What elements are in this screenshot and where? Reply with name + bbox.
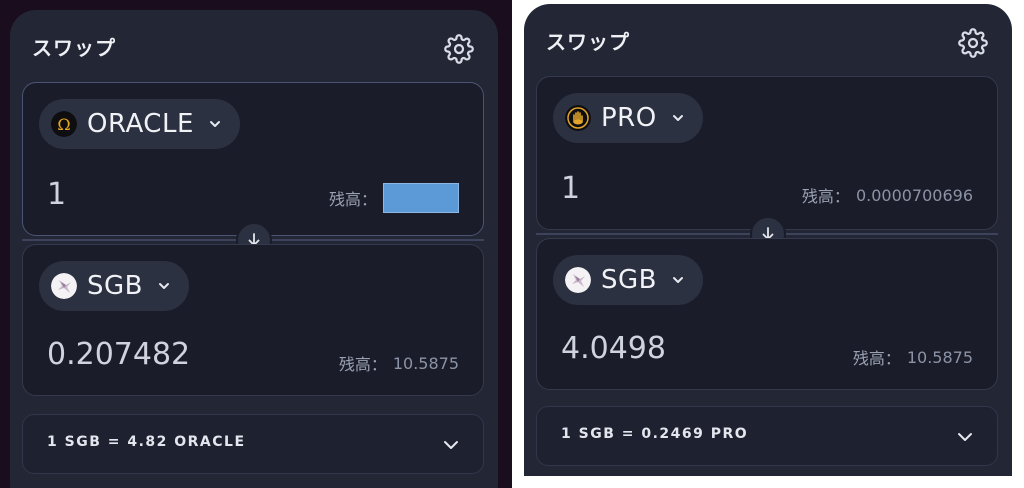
- balance-value: 10.5875: [906, 347, 973, 367]
- exchange-rate: 1 SGB = 0.2469 PRO: [561, 426, 749, 442]
- swap-panel: スワップ Ω ORACLE 1 残高： SGB 0.207482 残高： 10.…: [10, 10, 498, 488]
- to-token-selector[interactable]: SGB: [553, 255, 703, 305]
- from-balance: 残高：: [329, 183, 459, 213]
- exchange-rate-toggle[interactable]: 1 SGB = 4.82 ORACLE: [22, 414, 484, 474]
- balance-label: 残高：: [338, 355, 387, 374]
- to-token-selector[interactable]: SGB: [39, 261, 189, 311]
- to-amount-output: 4.0498: [561, 331, 666, 366]
- from-amount-input[interactable]: 1: [561, 171, 580, 206]
- sgb-token-icon: [51, 273, 77, 299]
- swap-panel: スワップ PRO 1 残高： 0.0000700696 SGB 4.0498 残…: [524, 4, 1012, 476]
- balance-value: 0.0000700696: [855, 185, 973, 205]
- from-token-symbol: PRO: [601, 103, 657, 133]
- exchange-rate: 1 SGB = 4.82 ORACLE: [47, 434, 246, 450]
- chevron-down-icon: [444, 441, 458, 449]
- balance-value-highlight: [383, 183, 459, 213]
- balance-value: 10.5875: [392, 353, 459, 373]
- to-token-card: SGB 4.0498 残高： 10.5875: [536, 238, 998, 390]
- from-balance: 残高： 0.0000700696: [802, 183, 973, 207]
- balance-label: 残高：: [328, 190, 377, 209]
- svg-text:Ω: Ω: [57, 115, 70, 134]
- from-token-selector[interactable]: PRO: [553, 93, 703, 143]
- page-title: スワップ: [546, 30, 630, 54]
- from-token-card: Ω ORACLE 1 残高：: [22, 82, 484, 236]
- pro-token-icon: [565, 105, 591, 131]
- gear-icon[interactable]: [958, 28, 988, 58]
- from-token-symbol: ORACLE: [87, 109, 194, 139]
- to-token-symbol: SGB: [87, 271, 143, 301]
- oracle-token-icon: Ω: [51, 111, 77, 137]
- to-balance: 残高： 10.5875: [339, 351, 459, 375]
- chevron-down-icon: [209, 121, 220, 127]
- from-token-selector[interactable]: Ω ORACLE: [39, 99, 240, 149]
- to-amount-output: 0.207482: [47, 337, 191, 372]
- exchange-rate-toggle[interactable]: 1 SGB = 0.2469 PRO: [536, 406, 998, 466]
- page-title: スワップ: [32, 36, 116, 60]
- chevron-down-icon: [672, 115, 683, 121]
- swap-screen-pro: スワップ PRO 1 残高： 0.0000700696 SGB 4.0498 残…: [514, 0, 1024, 476]
- to-token-card: SGB 0.207482 残高： 10.5875: [22, 244, 484, 396]
- balance-label: 残高：: [852, 349, 901, 368]
- swap-screen-oracle: スワップ Ω ORACLE 1 残高： SGB 0.207482 残高： 10.…: [0, 0, 512, 488]
- chevron-down-icon: [673, 277, 683, 283]
- sgb-token-icon: [565, 267, 591, 293]
- from-amount-input[interactable]: 1: [47, 177, 66, 212]
- chevron-down-icon: [159, 283, 169, 289]
- chevron-down-icon: [958, 433, 972, 441]
- gear-icon[interactable]: [444, 34, 474, 64]
- from-token-card: PRO 1 残高： 0.0000700696: [536, 76, 998, 230]
- balance-label: 残高：: [801, 187, 850, 206]
- to-balance: 残高： 10.5875: [853, 345, 973, 369]
- to-token-symbol: SGB: [601, 265, 657, 295]
